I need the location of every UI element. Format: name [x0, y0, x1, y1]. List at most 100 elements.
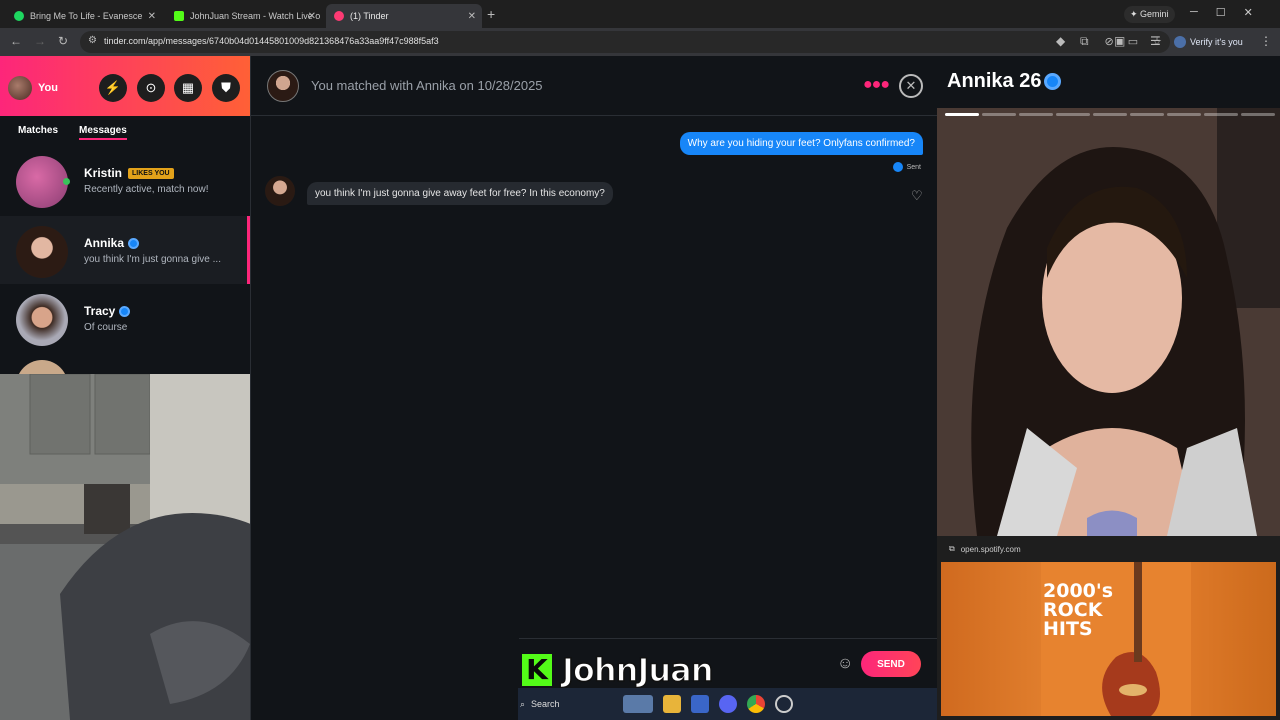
stream-overlay: K JohnJuan	[522, 650, 714, 690]
chat-header: You matched with Annika on 10/28/2025 ●●…	[251, 56, 938, 116]
tinder-icon	[334, 11, 344, 21]
avatar[interactable]	[265, 176, 295, 206]
list-item[interactable]: Kristin LIKES YOU Recently active, match …	[0, 146, 250, 214]
spotify-pip-window: ⧉ open.spotify.com 2000's ROCK HITS	[937, 536, 1280, 720]
message-status: Sent	[892, 162, 921, 172]
browser-menu-icon[interactable]: ⋮	[1260, 34, 1272, 48]
tab-search-icon[interactable]: ☰	[1150, 34, 1161, 48]
list-item[interactable]: Tracy Of course	[0, 284, 250, 352]
photo-indicator[interactable]	[1204, 113, 1238, 116]
heart-icon[interactable]: ♡	[911, 188, 923, 204]
tab-title: (1) Tinder	[350, 11, 389, 21]
boost-icon[interactable]: ⚡	[99, 74, 127, 102]
match-subtitle: Of course	[84, 322, 128, 333]
sent-label: Sent	[906, 163, 921, 171]
minimize-button[interactable]: ─	[1190, 6, 1198, 19]
send-button[interactable]: SEND	[861, 651, 921, 677]
playlist-cover[interactable]: 2000's ROCK HITS	[1041, 562, 1191, 716]
tab-kick[interactable]: JohnJuan Stream - Watch Live o ✕	[166, 4, 322, 28]
taskbar-search[interactable]: ⌕ Search	[518, 692, 618, 716]
profile-panel: Annika 26	[937, 56, 1280, 544]
profile-label[interactable]: You	[38, 82, 58, 94]
search-label: Search	[531, 699, 560, 709]
more-options-icon[interactable]: ●●●	[863, 76, 890, 94]
shield-icon[interactable]: ⛊	[212, 74, 240, 102]
sidepanel-icon[interactable]: ▣	[1114, 34, 1125, 48]
avatar[interactable]	[8, 76, 32, 100]
likes-you-badge: LIKES YOU	[128, 168, 174, 180]
chrome-icon[interactable]	[747, 695, 765, 713]
browser-toolbar: ← → ↻ ⚙ tinder.com/app/messages/6740b04d…	[0, 28, 1280, 56]
photo-indicator[interactable]	[1130, 113, 1164, 116]
kick-icon	[174, 11, 184, 21]
puzzle-icon[interactable]: ⧉	[1080, 34, 1089, 49]
tab-matches[interactable]: Matches	[18, 125, 58, 136]
profile-avatar-icon	[1174, 36, 1186, 48]
pip-url: ⧉ open.spotify.com	[949, 544, 1021, 554]
gift-icon[interactable]: ▦	[174, 74, 202, 102]
cast-icon[interactable]: ▭	[1128, 35, 1138, 48]
avatar[interactable]	[267, 70, 299, 102]
photo-indicator[interactable]	[1093, 113, 1127, 116]
tab-messages[interactable]: Messages	[79, 125, 127, 140]
address-bar[interactable]: ⚙ tinder.com/app/messages/6740b04d014458…	[80, 31, 1170, 53]
verify-label: Verify it's you	[1190, 37, 1243, 47]
tab-spotify[interactable]: Bring Me To Life - Evanesce ✕	[6, 4, 162, 28]
sent-check-icon	[892, 162, 903, 172]
window-close-button[interactable]: ✕	[1244, 6, 1253, 19]
extension-icon[interactable]: ◆	[1056, 34, 1065, 48]
emoji-icon[interactable]: ☺	[837, 655, 853, 673]
online-indicator	[63, 178, 70, 185]
close-icon[interactable]: ✕	[468, 11, 476, 22]
reload-button[interactable]: ↻	[58, 34, 68, 48]
new-tab-button[interactable]: +	[487, 6, 495, 22]
eye-off-icon[interactable]: ⊘	[1105, 35, 1114, 48]
match-subtitle: you think I'm just gonna give ...	[84, 254, 221, 265]
explore-icon[interactable]: ⊙	[137, 74, 165, 102]
verified-icon	[128, 238, 140, 250]
avatar	[16, 226, 68, 278]
discord-icon[interactable]	[719, 695, 737, 713]
file-explorer-icon[interactable]	[663, 695, 681, 713]
verified-icon	[1044, 73, 1062, 91]
album-art-background: 2000's ROCK HITS	[941, 562, 1276, 716]
photo-indicator[interactable]	[1167, 113, 1201, 116]
gemini-button[interactable]: ✦ Gemini	[1124, 6, 1175, 23]
kick-logo: K	[522, 654, 552, 686]
tab-tinder[interactable]: (1) Tinder ✕	[326, 4, 482, 28]
site-info-icon[interactable]: ⚙	[88, 35, 97, 46]
profile-name: Annika 26	[947, 70, 1062, 93]
photo-indicator[interactable]	[1019, 113, 1053, 116]
maximize-button[interactable]: ☐	[1216, 6, 1226, 19]
playlist-title: 2000's ROCK HITS	[1043, 580, 1114, 640]
profile-photo-image	[937, 108, 1280, 536]
forward-button[interactable]: →	[34, 34, 46, 48]
match-name: Annika	[84, 236, 140, 250]
profile-photo[interactable]	[937, 108, 1280, 536]
taskbar: ⌕ Search	[518, 688, 937, 720]
photo-indicator[interactable]	[945, 113, 979, 116]
obs-icon[interactable]	[775, 695, 793, 713]
link-icon: ⧉	[949, 544, 955, 553]
message-outgoing: Why are you hiding your feet? Onlyfans c…	[679, 132, 923, 155]
photo-progress-bars	[945, 113, 1275, 116]
pip-url-text: open.spotify.com	[960, 544, 1021, 554]
photo-indicator[interactable]	[1241, 113, 1275, 116]
close-chat-button[interactable]: ✕	[899, 74, 923, 98]
url-text: tinder.com/app/messages/6740b04d01445801…	[104, 36, 439, 46]
browser-tab-bar: Bring Me To Life - Evanesce ✕ JohnJuan S…	[0, 0, 1280, 28]
close-icon[interactable]: ✕	[308, 11, 316, 22]
widgets-icon[interactable]	[623, 695, 653, 713]
verify-button[interactable]: Verify it's you	[1174, 33, 1243, 51]
list-item[interactable]: Annika you think I'm just gonna give ...	[0, 216, 250, 284]
verified-icon	[119, 306, 131, 318]
match-subtitle: Recently active, match now!	[84, 184, 209, 195]
close-icon[interactable]: ✕	[148, 11, 156, 22]
back-button[interactable]: ←	[10, 34, 22, 48]
match-name: Tracy	[84, 304, 131, 318]
match-name: Kristin LIKES YOU	[84, 166, 174, 180]
photo-indicator[interactable]	[982, 113, 1016, 116]
store-icon[interactable]	[691, 695, 709, 713]
photo-indicator[interactable]	[1056, 113, 1090, 116]
sidebar-tabs: Matches Messages	[0, 116, 250, 146]
